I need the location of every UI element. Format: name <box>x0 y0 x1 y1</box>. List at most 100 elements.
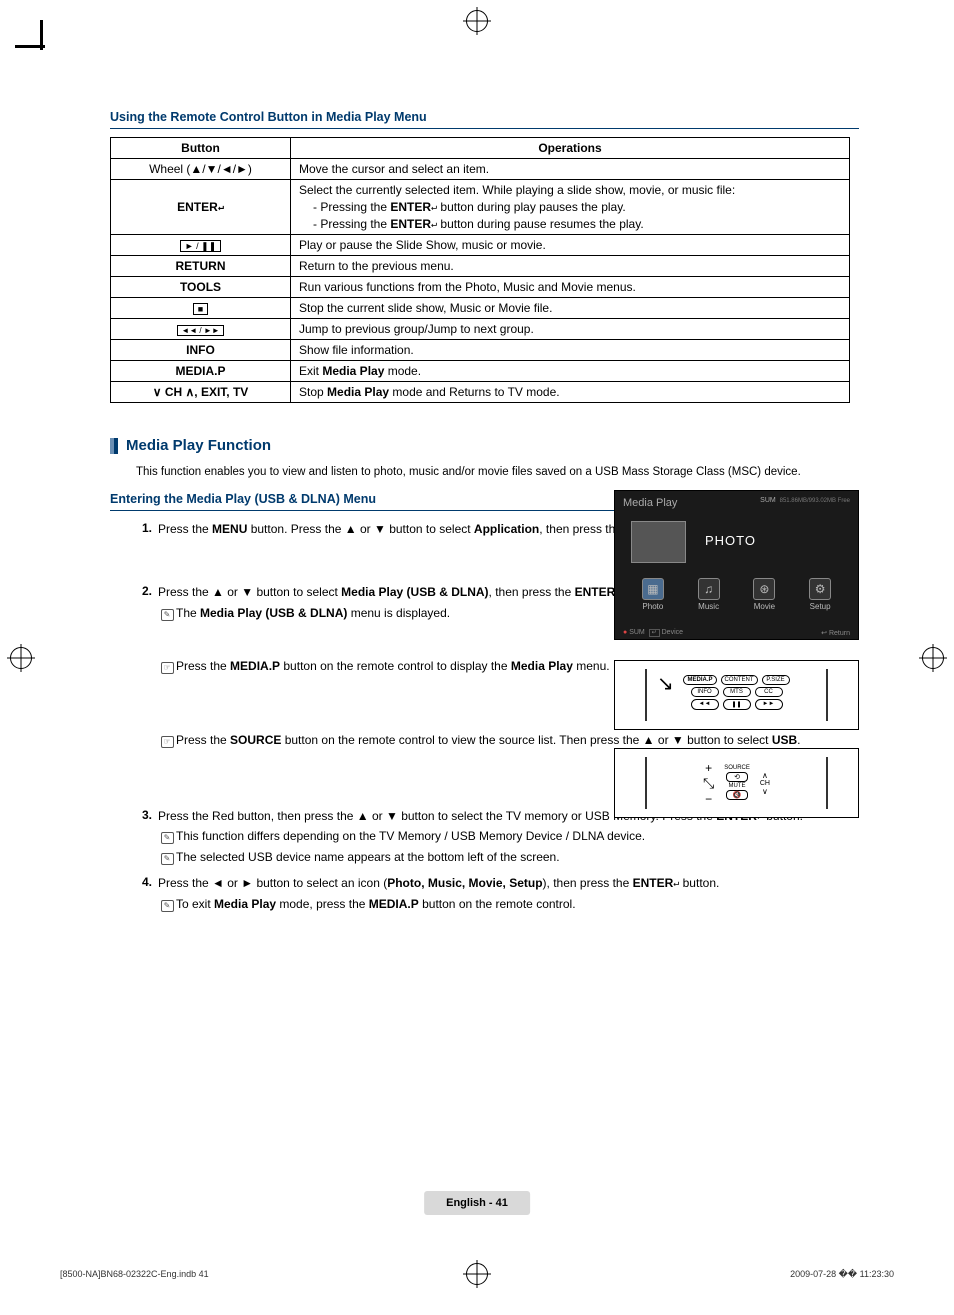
note-item: ✎ This function differs depending on the… <box>158 828 859 845</box>
op-wheel: Move the cursor and select an item. <box>291 159 850 180</box>
fig-titlebar: Media Play SUM 851.86MB/993.02MB Free <box>615 491 858 515</box>
channel-controls: ∧ CH ∨ <box>760 771 770 796</box>
source-btn-icon: ⟲ <box>726 772 748 782</box>
remote-rew-btn: ◄◄ <box>691 699 719 710</box>
op-enter: Select the currently selected item. Whil… <box>291 180 850 235</box>
op-skip: Jump to previous group/Jump to next grou… <box>291 319 850 340</box>
remote-mediap-figure: ↘ MEDIA.P CONTENT P.SIZE INFO MTS CC ◄◄ … <box>614 660 859 730</box>
photo-icon: ▦ <box>642 578 664 600</box>
btn-info: INFO <box>111 340 291 361</box>
reg-mark-right <box>922 647 944 669</box>
hand-icon: ☞ <box>161 736 174 748</box>
ch-up-icon: ∧ <box>762 771 768 780</box>
table-row: ■ Stop the current slide show, Music or … <box>111 298 850 319</box>
op-text: Select the currently selected item. Whil… <box>299 183 735 197</box>
tip-item: ☞ Press the SOURCE button on the remote … <box>158 732 859 749</box>
btn-play-pause: ► / ❚❚ <box>111 235 291 256</box>
note-item: ✎ The selected USB device name appears a… <box>158 849 859 866</box>
step-number: 2. <box>138 584 158 752</box>
music-icon: ♫ <box>698 578 720 600</box>
step-text: Press the ◄ or ► button to select an ico… <box>158 875 859 916</box>
crop-mark <box>15 45 45 48</box>
remote-content-btn: CONTENT <box>721 675 758 685</box>
section-intro: This function enables you to view and li… <box>136 466 859 478</box>
photo-label: PHOTO <box>705 533 756 548</box>
btn-enter: ENTER↵ <box>111 180 291 235</box>
setup-icon: ⚙ <box>809 578 831 600</box>
section-heading-remote: Using the Remote Control Button in Media… <box>110 110 859 129</box>
vol-down-icon: − <box>705 792 712 806</box>
fig-title: Media Play <box>623 497 677 509</box>
table-row: MEDIA.P Exit Media Play mode. <box>111 361 850 382</box>
volume-controls: + ⤡ − <box>703 761 714 806</box>
cat-photo: ▦Photo <box>628 578 678 611</box>
section-heading-mediaplay: Media Play Function <box>110 437 859 454</box>
op-tools: Run various functions from the Photo, Mu… <box>291 277 850 298</box>
op-info: Show file information. <box>291 340 850 361</box>
enter-label: ENTER <box>177 200 218 214</box>
fig-footer: ● SUM ↵ Device ↩ Return <box>615 629 858 637</box>
enter-icon: ↵ <box>218 202 224 213</box>
step-4: 4. Press the ◄ or ► button to select an … <box>138 875 859 916</box>
category-icons: ▦Photo ♫Music ⊛Movie ⚙Setup <box>615 578 858 611</box>
note-icon: ✎ <box>161 853 174 865</box>
remote-mts-btn: MTS <box>723 687 751 697</box>
btn-mediap: MEDIA.P <box>111 361 291 382</box>
remote-ff-btn: ►► <box>755 699 783 710</box>
stop-icon: ■ <box>193 303 208 315</box>
reg-mark-left <box>10 647 32 669</box>
skip-icon: ◄◄ / ►► <box>177 325 223 336</box>
page-number-badge: English - 41 <box>424 1191 530 1215</box>
table-row: RETURN Return to the previous menu. <box>111 256 850 277</box>
heading-text: Media Play Function <box>126 437 271 454</box>
cat-movie: ⊛Movie <box>739 578 789 611</box>
btn-stop: ■ <box>111 298 291 319</box>
table-header-row: Button Operations <box>111 138 850 159</box>
table-row: Wheel (▲/▼/◄/►) Move the cursor and sele… <box>111 159 850 180</box>
hand-icon: ☞ <box>161 662 174 674</box>
note-icon: ✎ <box>161 832 174 844</box>
op-subline: - Pressing the ENTER↵ button during play… <box>299 200 841 214</box>
note-icon: ✎ <box>161 900 174 912</box>
remote-psize-btn: P.SIZE <box>762 675 790 685</box>
ch-label: CH <box>760 780 770 787</box>
source-mute-group: SOURCE ⟲ MUTE 🔇 <box>724 765 750 801</box>
play-pause-icon: ► / ❚❚ <box>180 240 222 252</box>
vol-indicator-icon: ⤡ <box>703 775 714 792</box>
table-row: ◄◄ / ►► Jump to previous group/Jump to n… <box>111 319 850 340</box>
vol-up-icon: + <box>705 761 712 775</box>
photo-thumbnail <box>631 521 686 563</box>
remote-info-btn: INFO <box>691 687 719 697</box>
fig-usb-info: SUM 851.86MB/993.02MB Free <box>760 497 850 509</box>
table-row: ► / ❚❚ Play or pause the Slide Show, mus… <box>111 235 850 256</box>
col-operations-header: Operations <box>291 138 850 159</box>
cat-setup: ⚙Setup <box>795 578 845 611</box>
cat-music: ♫Music <box>684 578 734 611</box>
table-row: ∨ CH ∧, EXIT, TV Stop Media Play mode an… <box>111 382 850 403</box>
remote-pause-btn: ❚❚ <box>723 699 751 710</box>
op-stop: Stop the current slide show, Music or Mo… <box>291 298 850 319</box>
pointer-arrow-icon: ↘ <box>657 677 674 691</box>
manual-page: Using the Remote Control Button in Media… <box>0 0 954 1315</box>
note-icon: ✎ <box>161 609 174 621</box>
table-row: INFO Show file information. <box>111 340 850 361</box>
op-ch: Stop Media Play mode and Returns to TV m… <box>291 382 850 403</box>
step-number: 3. <box>138 808 158 869</box>
btn-skip: ◄◄ / ►► <box>111 319 291 340</box>
mute-label: MUTE <box>729 783 746 789</box>
source-label: SOURCE <box>724 765 750 771</box>
btn-wheel: Wheel (▲/▼/◄/►) <box>111 159 291 180</box>
col-button-header: Button <box>111 138 291 159</box>
note-item: ✎ To exit Media Play mode, press the MED… <box>158 896 859 913</box>
op-subline: - Pressing the ENTER↵ button during paus… <box>299 217 841 231</box>
media-play-screenshot: Media Play SUM 851.86MB/993.02MB Free PH… <box>614 490 859 640</box>
remote-source-figure: + ⤡ − SOURCE ⟲ MUTE 🔇 ∧ CH ∨ <box>614 748 859 818</box>
table-row: TOOLS Run various functions from the Pho… <box>111 277 850 298</box>
step-number: 1. <box>138 521 158 538</box>
remote-mediap-btn: MEDIA.P <box>683 675 716 685</box>
op-mediap: Exit Media Play mode. <box>291 361 850 382</box>
operations-table: Button Operations Wheel (▲/▼/◄/►) Move t… <box>110 137 850 403</box>
table-row: ENTER↵ Select the currently selected ite… <box>111 180 850 235</box>
heading-bar-icon <box>110 438 118 454</box>
remote-cc-btn: CC <box>755 687 783 697</box>
